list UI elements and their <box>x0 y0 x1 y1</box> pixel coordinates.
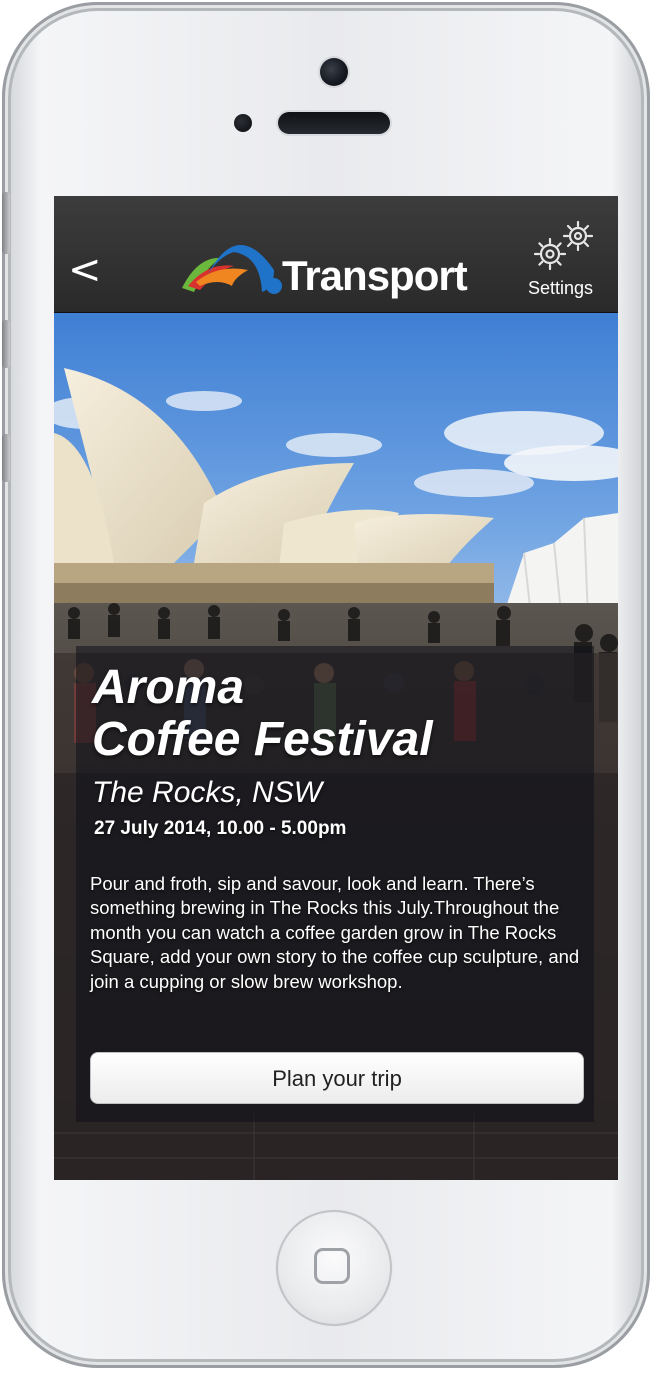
home-square-icon <box>314 1248 350 1284</box>
brand-name: Transport <box>282 252 468 299</box>
event-title-line-2: Coffee Festival <box>92 713 433 766</box>
volume-down-button <box>2 434 10 482</box>
event-title-line-1: Aroma <box>92 661 245 714</box>
gears-icon <box>533 220 594 271</box>
plan-your-trip-button[interactable]: Plan your trip <box>90 1052 584 1104</box>
event-description: Pour and froth, sip and savour, look and… <box>90 873 580 992</box>
settings-button[interactable]: Settings <box>524 220 610 302</box>
event-date: 27 July 2014, 10.00 - 5.00pm <box>94 818 347 839</box>
proximity-sensor <box>234 114 252 132</box>
settings-label: Settings <box>528 278 594 298</box>
transport-logo <box>182 244 282 294</box>
chevron-left-icon: < <box>68 247 102 293</box>
mute-switch <box>2 192 10 254</box>
volume-up-button <box>2 320 10 368</box>
event-title: Aroma Coffee Festival <box>92 662 433 766</box>
home-button[interactable] <box>276 1210 392 1326</box>
app-screen: Aroma Coffee Festival The Rocks, NSW 27 … <box>54 196 618 1180</box>
back-button[interactable]: < <box>68 250 108 294</box>
earpiece-speaker <box>278 112 390 134</box>
app-header: < Transport Settings <box>54 196 618 313</box>
phone-frame: Aroma Coffee Festival The Rocks, NSW 27 … <box>2 2 650 1368</box>
front-camera <box>320 58 348 86</box>
event-location: The Rocks, NSW <box>92 776 323 809</box>
